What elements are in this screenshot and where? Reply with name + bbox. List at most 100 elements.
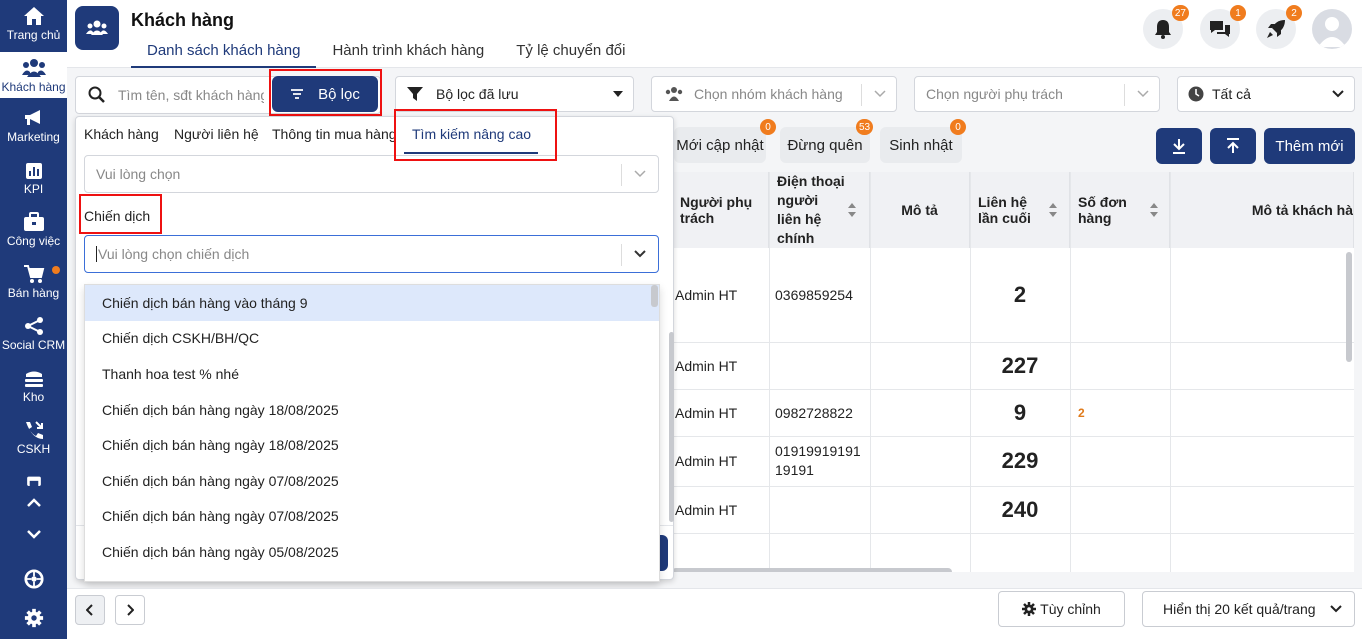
dropdown-scrollbar[interactable] bbox=[651, 285, 658, 307]
sidebar-item-label: Công việc bbox=[6, 234, 61, 248]
campaign-option[interactable]: Chiến dịch bán hàng ngày 18/08/2025 bbox=[85, 427, 659, 463]
quick-filter-dont-forget[interactable]: Đừng quên 53 bbox=[780, 119, 874, 163]
saved-filter-select[interactable]: Bộ lọc đã lưu bbox=[395, 76, 634, 112]
prev-page-button[interactable] bbox=[75, 595, 105, 625]
table-row: Admin HT bbox=[675, 453, 738, 469]
sidebar-item-marketing[interactable]: Marketing bbox=[0, 108, 67, 148]
table-cell-last-contact: 227 bbox=[1001, 352, 1039, 378]
chevron-right-icon bbox=[127, 604, 134, 616]
bell-icon bbox=[1155, 20, 1171, 39]
sidebar-item-label: Trang chủ bbox=[6, 28, 61, 42]
sidebar-item-sales[interactable]: Bán hàng bbox=[0, 264, 67, 302]
share-icon bbox=[24, 317, 43, 335]
sidebar-item-tasks[interactable]: Công việc bbox=[0, 212, 67, 250]
rocket-button[interactable]: 2 bbox=[1256, 5, 1302, 49]
customize-button[interactable]: Tùy chỉnh bbox=[998, 591, 1125, 627]
tab-customer-list[interactable]: Danh sách khách hàng bbox=[131, 42, 317, 68]
caret-down-icon bbox=[613, 91, 623, 97]
avatar[interactable] bbox=[1312, 9, 1352, 49]
filter-tab-contact[interactable]: Người liên hệ bbox=[174, 126, 259, 142]
column-header-description[interactable]: Mô tả bbox=[870, 172, 970, 248]
quick-filter-recently-updated[interactable]: Mới cập nhật 0 bbox=[674, 119, 776, 163]
saved-filter-label: Bộ lọc đã lưu bbox=[436, 86, 519, 102]
campaign-option[interactable]: Chiến dịch bán hàng vào tháng 9 bbox=[85, 285, 659, 321]
sidebar-item-social-crm[interactable]: Social CRM bbox=[0, 316, 67, 354]
campaign-option[interactable]: Chiến dịch CSKH/BH/QC bbox=[85, 321, 659, 357]
chevron-up-icon bbox=[26, 498, 41, 507]
page-size-label: Hiển thị 20 kết quả/trang bbox=[1163, 601, 1316, 617]
messages-badge: 1 bbox=[1230, 5, 1246, 21]
tab-customer-journey[interactable]: Hành trình khách hàng bbox=[316, 42, 500, 68]
support-button[interactable] bbox=[0, 569, 67, 591]
sidebar-scroll-up[interactable] bbox=[0, 496, 67, 516]
campaign-dropdown: Chiến dịch bán hàng vào tháng 9 Chiến dị… bbox=[84, 284, 660, 582]
campaign-option[interactable]: Chiến dịch bán hàng ngày 07/08/2025 bbox=[85, 499, 659, 535]
quick-filter-count: 53 bbox=[856, 119, 874, 135]
sort-icon[interactable] bbox=[1149, 202, 1159, 218]
quick-filter-label: Sinh nhật bbox=[889, 136, 953, 154]
table-row: Admin HT bbox=[675, 287, 738, 303]
customize-label: Tùy chỉnh bbox=[1040, 601, 1101, 617]
table-row: Admin HT bbox=[675, 357, 738, 374]
tab-conversion-rate[interactable]: Tỷ lệ chuyển đổi bbox=[500, 42, 641, 68]
add-new-button[interactable]: Thêm mới bbox=[1264, 128, 1355, 164]
panel-scrollbar[interactable] bbox=[669, 332, 674, 522]
top-header: Khách hàng Danh sách khách hàng Hành trì… bbox=[67, 0, 1362, 68]
chevron-down-icon bbox=[1137, 90, 1149, 98]
chat-icon bbox=[1210, 21, 1230, 37]
messages-button[interactable]: 1 bbox=[1200, 5, 1246, 49]
filter-tab-advanced-search[interactable]: Tìm kiếm nâng cao bbox=[412, 126, 531, 142]
gear-icon bbox=[1022, 602, 1037, 616]
sort-icon[interactable] bbox=[847, 202, 857, 218]
notification-dot bbox=[52, 266, 60, 274]
users-icon bbox=[86, 20, 108, 35]
settings-button[interactable] bbox=[0, 608, 67, 630]
page-size-select[interactable]: Hiển thị 20 kết quả/trang bbox=[1142, 591, 1355, 627]
sidebar: Trang chủ Khách hàng Marketing KPI Công … bbox=[0, 0, 67, 639]
clock-icon bbox=[1188, 86, 1204, 102]
sort-icon[interactable] bbox=[1048, 202, 1058, 218]
sidebar-item-home[interactable]: Trang chủ bbox=[0, 6, 67, 48]
campaign-select[interactable]: Vui lòng chọn chiến dịch bbox=[84, 235, 659, 273]
printer-icon bbox=[26, 476, 41, 486]
quick-filter-birthday[interactable]: Sinh nhật 0 bbox=[880, 119, 966, 163]
download-button[interactable] bbox=[1156, 128, 1202, 164]
advanced-select-placeholder: Vui lòng chọn bbox=[96, 166, 181, 182]
filter-button[interactable]: Bộ lọc bbox=[272, 76, 378, 112]
customer-group-select[interactable]: Chọn nhóm khách hàng bbox=[651, 76, 897, 112]
sidebar-item-label: KPI bbox=[23, 182, 44, 196]
sidebar-item-partial[interactable] bbox=[0, 474, 67, 488]
campaign-option[interactable]: Chiến dịch bán hàng ngày 07/08/2025 bbox=[85, 463, 659, 499]
status-label: Tất cả bbox=[1212, 86, 1251, 102]
page-title: Khách hàng bbox=[131, 10, 235, 30]
sidebar-item-label: Khách hàng bbox=[1, 80, 66, 94]
sidebar-item-kpi[interactable]: KPI bbox=[0, 162, 67, 198]
column-header-owner[interactable]: Người phụ trách bbox=[672, 172, 769, 248]
funnel-icon bbox=[407, 87, 423, 101]
megaphone-icon bbox=[24, 110, 40, 125]
status-select[interactable]: Tất cả bbox=[1177, 76, 1355, 112]
sidebar-item-label: Social CRM bbox=[1, 338, 66, 352]
advanced-select[interactable]: Vui lòng chọn bbox=[84, 155, 659, 193]
sidebar-item-cskh[interactable]: CSKH bbox=[0, 420, 67, 458]
vertical-scrollbar[interactable] bbox=[1346, 252, 1352, 362]
campaign-option[interactable]: Chiến dịch bán hàng ngày 18/08/2025 bbox=[85, 392, 659, 428]
sidebar-item-warehouse[interactable]: Kho bbox=[0, 370, 67, 406]
notifications-button[interactable]: 27 bbox=[1143, 5, 1189, 49]
horizontal-scrollbar[interactable] bbox=[672, 568, 952, 572]
next-page-button[interactable] bbox=[115, 595, 145, 625]
main-content: Tìm tên, sđt khách hàng Bộ lọc Bộ lọc đã… bbox=[67, 68, 1362, 639]
filter-tab-purchase-info[interactable]: Thông tin mua hàng bbox=[272, 126, 397, 142]
sidebar-item-customers[interactable]: Khách hàng bbox=[0, 52, 67, 98]
campaign-option[interactable]: Chiến dịch bán hàng ngày 05/08/2025 bbox=[85, 534, 659, 570]
column-header-customer-description[interactable]: Mô tả khách hà bbox=[1170, 172, 1354, 248]
owner-select[interactable]: Chọn người phụ trách bbox=[914, 76, 1160, 112]
sidebar-item-label: CSKH bbox=[16, 442, 51, 456]
chart-icon bbox=[25, 163, 42, 179]
gear-icon bbox=[24, 608, 43, 628]
sidebar-scroll-down[interactable] bbox=[0, 528, 67, 548]
upload-button[interactable] bbox=[1210, 128, 1256, 164]
filter-tab-customer[interactable]: Khách hàng bbox=[84, 126, 159, 142]
campaign-option[interactable]: Thanh hoa test % nhé bbox=[85, 356, 659, 392]
table-cell-orders[interactable]: 2 bbox=[1078, 389, 1138, 436]
